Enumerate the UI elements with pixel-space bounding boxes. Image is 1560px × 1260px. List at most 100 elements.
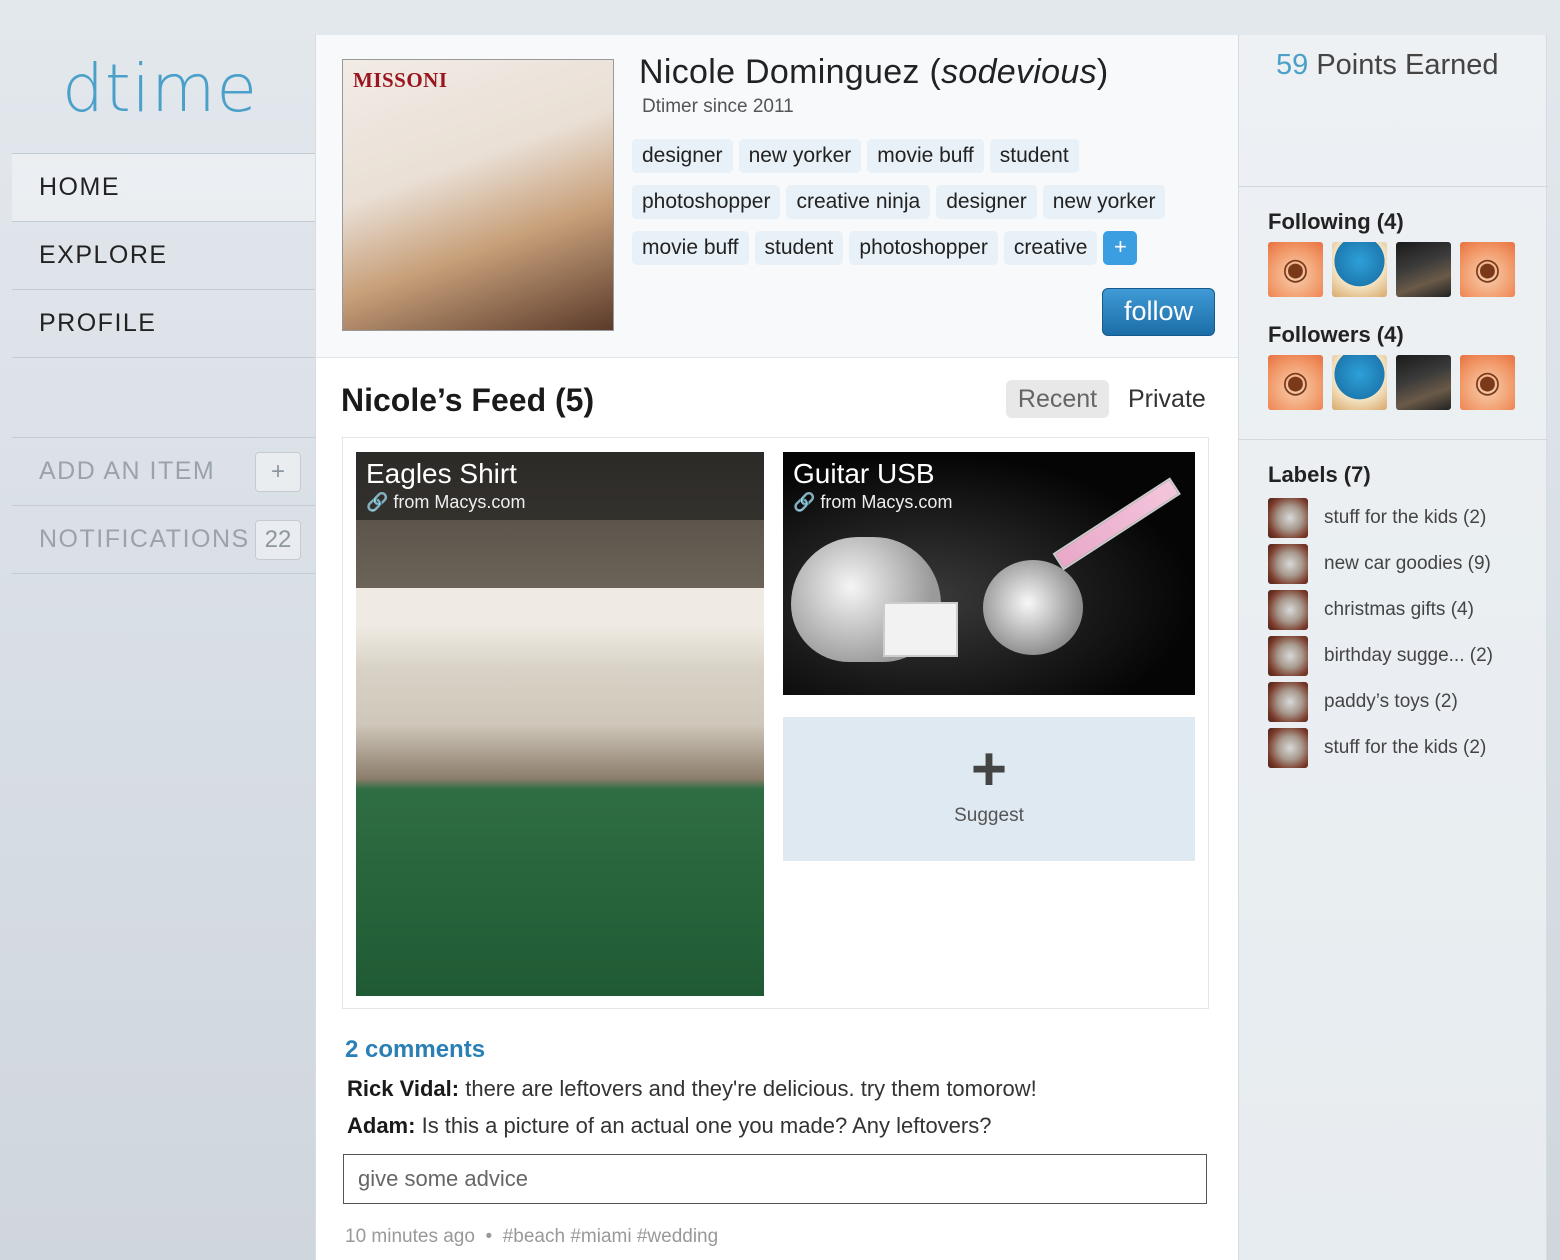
photo-avatar[interactable] <box>1396 355 1451 410</box>
points-label: Points Earned <box>1316 49 1499 81</box>
label-item[interactable]: new car goodies (9) <box>1268 541 1493 587</box>
post-meta: 10 minutes ago • #beach #miami #wedding <box>345 1226 718 1248</box>
label-item[interactable]: christmas gifts (4) <box>1268 587 1493 633</box>
profile-header: MISSONI Nicole Dominguez (sodevious) Dti… <box>316 35 1239 358</box>
cookie-avatar[interactable] <box>1332 355 1387 410</box>
avatar-brand-text: MISSONI <box>353 68 448 92</box>
peter-avatar[interactable]: ◉ <box>1460 355 1515 410</box>
peter-avatar[interactable]: ◉ <box>1268 242 1323 297</box>
profile-tags: designer new yorker movie buff student phot… <box>632 139 1232 277</box>
nav-item-profile[interactable]: PROFILE <box>12 290 315 358</box>
follow-button[interactable]: follow <box>1102 288 1215 336</box>
label-thumbnail <box>1268 498 1308 538</box>
member-since: Dtimer since 2011 <box>642 96 794 117</box>
comment-author[interactable]: Adam: <box>347 1113 415 1138</box>
label-item[interactable]: stuff for the kids (2) <box>1268 725 1493 771</box>
followers-title[interactable]: Followers (4) <box>1268 322 1404 348</box>
card-title: Guitar USB <box>793 458 935 489</box>
add-item-button[interactable]: ADD AN ITEM + <box>12 438 315 506</box>
card-source-text: from Macys.com <box>820 492 953 512</box>
right-sidebar: 59 Points Earned Following (4) ◉ ◉ Follo… <box>1238 35 1548 1260</box>
suggest-button[interactable]: + Suggest <box>783 717 1195 861</box>
comment-input[interactable] <box>343 1154 1207 1204</box>
comment-author[interactable]: Rick Vidal: <box>347 1076 459 1101</box>
tag[interactable]: creative <box>1003 231 1098 265</box>
nav-item-home[interactable]: HOME <box>12 154 315 222</box>
tab-recent[interactable]: Recent <box>1006 380 1109 418</box>
tag[interactable]: photoshopper <box>849 231 998 265</box>
suggest-label: Suggest <box>954 805 1024 826</box>
label-thumbnail <box>1268 544 1308 584</box>
card-caption: Guitar USB 🔗 from Macys.com <box>783 452 1195 520</box>
plus-icon: + <box>255 451 301 492</box>
meta-separator: • <box>485 1226 493 1247</box>
notifications-button[interactable]: NOTIFICATIONS 22 <box>12 506 315 574</box>
plus-icon: + <box>970 735 1008 804</box>
hashtag[interactable]: #beach <box>503 1226 565 1247</box>
nav-item-explore[interactable]: EXPLORE <box>12 222 315 290</box>
card-title: Eagles Shirt <box>366 458 517 489</box>
cookie-avatar[interactable] <box>1332 242 1387 297</box>
points-earned: 59 Points Earned <box>1276 49 1499 82</box>
label-item[interactable]: birthday sugge... (2) <box>1268 633 1493 679</box>
label-item[interactable]: stuff for the kids (2) <box>1268 495 1493 541</box>
tag[interactable]: student <box>754 231 844 265</box>
profile-full-name: Nicole Dominguez <box>639 53 920 91</box>
tab-private[interactable]: Private <box>1128 380 1206 418</box>
hashtag[interactable]: #miami <box>570 1226 631 1247</box>
label-thumbnail <box>1268 590 1308 630</box>
card-source-text: from Macys.com <box>393 492 526 512</box>
comment: Rick Vidal: there are leftovers and they… <box>347 1076 1037 1102</box>
profile-photo: MISSONI <box>342 59 614 331</box>
label-thumbnail <box>1268 728 1308 768</box>
card-source[interactable]: 🔗 from Macys.com <box>366 492 754 513</box>
post-time: 10 minutes ago <box>345 1226 475 1247</box>
label-text: birthday sugge... (2) <box>1324 645 1493 666</box>
label-thumbnail <box>1268 636 1308 676</box>
label-thumbnail <box>1268 682 1308 722</box>
card-source[interactable]: 🔗 from Macys.com <box>793 492 1185 513</box>
add-tag-button[interactable]: + <box>1103 231 1138 265</box>
card-caption: Eagles Shirt 🔗 from Macys.com <box>356 452 764 520</box>
labels-list: stuff for the kids (2) new car goodies (… <box>1268 495 1493 771</box>
hashtag[interactable]: #wedding <box>637 1226 718 1247</box>
tag[interactable]: creative ninja <box>786 185 931 219</box>
notifications-count-badge: 22 <box>255 519 301 560</box>
peter-avatar[interactable]: ◉ <box>1460 242 1515 297</box>
peter-avatar[interactable]: ◉ <box>1268 355 1323 410</box>
tag[interactable]: designer <box>936 185 1037 219</box>
feed-card-guitar-usb[interactable]: Guitar USB 🔗 from Macys.com <box>783 452 1195 695</box>
guitar-body-image <box>983 560 1083 655</box>
usb-plug-image <box>883 602 958 657</box>
comment-text: Is this a picture of an actual one you m… <box>421 1113 992 1138</box>
notifications-label: NOTIFICATIONS <box>39 525 250 553</box>
tag[interactable]: student <box>989 139 1079 173</box>
secondary-nav: ADD AN ITEM + NOTIFICATIONS 22 <box>12 437 315 574</box>
divider <box>1239 186 1548 187</box>
label-text: christmas gifts (4) <box>1324 599 1474 620</box>
tag[interactable]: movie buff <box>867 139 984 173</box>
tag[interactable]: new yorker <box>1042 185 1166 219</box>
followers-avatars: ◉ ◉ <box>1268 355 1515 410</box>
tag[interactable]: movie buff <box>632 231 749 265</box>
feed-items: Eagles Shirt 🔗 from Macys.com Guitar USB … <box>342 437 1209 1009</box>
label-text: new car goodies (9) <box>1324 553 1491 574</box>
left-sidebar: dtime HOME EXPLORE PROFILE ADD AN ITEM +… <box>0 0 315 1260</box>
comments-link[interactable]: 2 comments <box>345 1036 485 1064</box>
profile-name: Nicole Dominguez (sodevious) <box>639 53 1109 91</box>
points-number: 59 <box>1276 49 1309 81</box>
photo-avatar[interactable] <box>1396 242 1451 297</box>
tag[interactable]: new yorker <box>738 139 862 173</box>
main-nav: HOME EXPLORE PROFILE <box>12 153 315 358</box>
feed-card-eagles-shirt[interactable]: Eagles Shirt 🔗 from Macys.com <box>356 452 764 996</box>
tag[interactable]: designer <box>632 139 733 173</box>
following-title[interactable]: Following (4) <box>1268 209 1404 235</box>
feed-title: Nicole’s Feed (5) <box>341 382 595 418</box>
link-icon: 🔗 <box>366 492 389 512</box>
comment-text: there are leftovers and they're deliciou… <box>465 1076 1037 1101</box>
tag[interactable]: photoshopper <box>632 185 781 219</box>
label-text: stuff for the kids (2) <box>1324 507 1487 528</box>
main-content: MISSONI Nicole Dominguez (sodevious) Dti… <box>315 35 1239 1260</box>
label-item[interactable]: paddy’s toys (2) <box>1268 679 1493 725</box>
dtime-logo[interactable]: dtime <box>62 50 258 127</box>
